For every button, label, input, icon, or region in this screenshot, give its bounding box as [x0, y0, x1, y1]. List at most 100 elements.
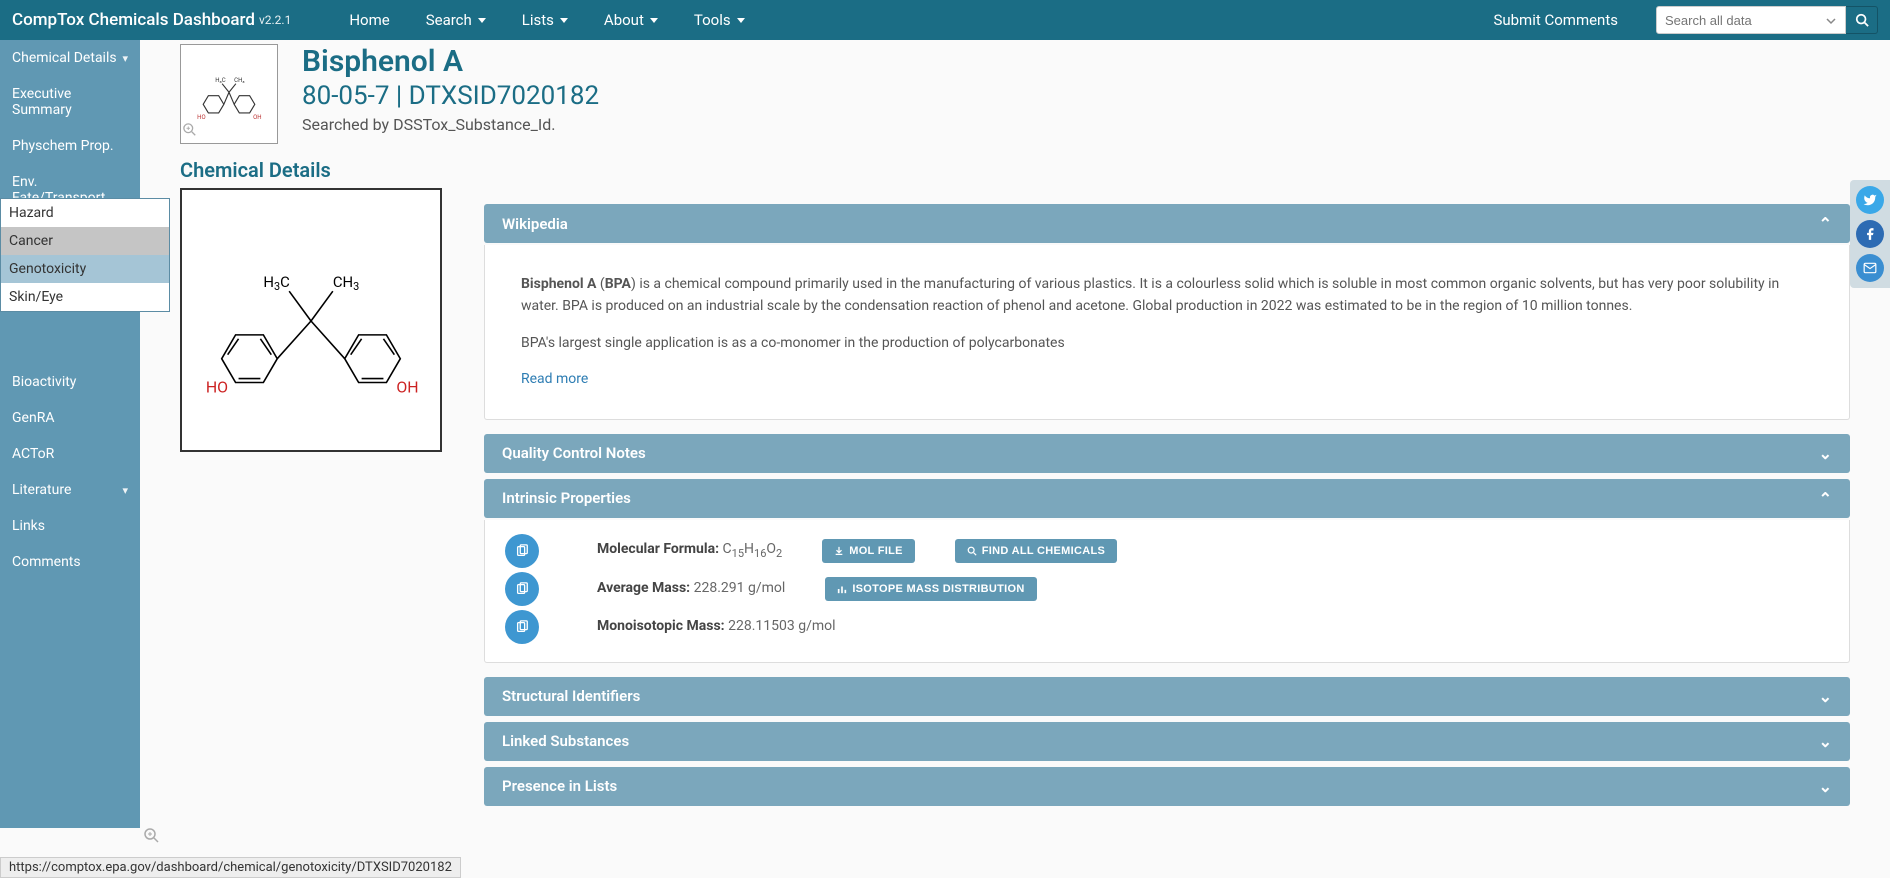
chevron-up-icon: ⌃ — [1819, 489, 1832, 508]
mol-file-button[interactable]: MOL FILE — [822, 539, 915, 563]
chevron-down-icon: ⌄ — [1819, 732, 1832, 751]
chemical-name: Bisphenol A — [302, 44, 599, 79]
nav-label: Home — [349, 11, 389, 29]
title-block: Bisphenol A 80-05-7 | DTXSID7020182 Sear… — [302, 44, 599, 134]
panel-title: Linked Substances — [502, 732, 629, 750]
email-icon[interactable] — [1856, 254, 1884, 282]
nav-home[interactable]: Home — [331, 1, 407, 39]
nav-about[interactable]: About — [586, 1, 676, 39]
chevron-down-icon: ▾ — [122, 52, 128, 65]
svg-text:CH₃: CH₃ — [234, 77, 244, 84]
sidebar-executive-summary[interactable]: Executive Summary — [0, 76, 140, 128]
section-title: Chemical Details — [180, 158, 1850, 182]
top-navbar: CompTox Chemicals Dashboard v2.2.1 Home … — [0, 0, 1890, 40]
submenu-cancer[interactable]: Cancer — [1, 227, 169, 255]
chevron-up-icon: ⌃ — [1819, 214, 1832, 233]
read-more-link[interactable]: Read more — [521, 371, 588, 387]
sidebar-physchem[interactable]: Physchem Prop. — [0, 128, 140, 164]
prop-row-mono: Monoisotopic Mass: 228.11503 g/mol — [485, 610, 1849, 644]
brand-title[interactable]: CompTox Chemicals Dashboard — [12, 10, 255, 30]
isotope-dist-button[interactable]: ISOTOPE MASS DISTRIBUTION — [825, 577, 1036, 601]
copy-button[interactable] — [505, 534, 539, 568]
brand-version: v2.2.1 — [259, 13, 291, 27]
nav-search[interactable]: Search — [408, 1, 504, 39]
sidebar-chemical-details[interactable]: Chemical Details ▾ — [0, 40, 140, 76]
nav-label: Search — [426, 11, 472, 29]
submit-comments-link[interactable]: Submit Comments — [1475, 1, 1636, 39]
nav-menu: Home Search Lists About Tools — [331, 1, 1475, 39]
molecular-formula-value: C15H16O2 — [723, 541, 783, 557]
sidebar-genra[interactable]: GenRA — [0, 400, 140, 436]
mono-mass-value: 228.11503 g/mol — [728, 618, 835, 634]
chemical-ids: 80-05-7 | DTXSID7020182 — [302, 81, 599, 111]
searched-by: Searched by DSSTox_Substance_Id. — [302, 115, 599, 134]
btn-label: ISOTOPE MASS DISTRIBUTION — [852, 583, 1024, 595]
social-sidebar — [1850, 180, 1890, 288]
wiki-para2: BPA's largest single application is as a… — [521, 332, 1813, 354]
prop-label: Average Mass: — [597, 580, 690, 596]
svg-text:HO: HO — [206, 377, 228, 396]
sidebar-label: Links — [12, 518, 45, 534]
chevron-down-icon: ▾ — [122, 484, 128, 497]
sidebar-label: Physchem Prop. — [12, 138, 114, 154]
avg-mass-value: 228.291 g/mol — [694, 580, 786, 596]
panel-title: Intrinsic Properties — [502, 489, 631, 507]
sidebar-bioactivity[interactable]: Bioactivity — [0, 364, 140, 400]
wiki-chem-name: Bisphenol A — [521, 276, 596, 292]
main-content: HO OH H₃C CH₃ Bisphenol A 80-05-7 | DTXS… — [140, 40, 1890, 828]
sidebar-label: Chemical Details — [12, 50, 117, 66]
panel-intrinsic-header[interactable]: Intrinsic Properties ⌃ — [484, 479, 1850, 518]
structure-thumbnail[interactable]: HO OH H₃C CH₃ — [180, 44, 278, 144]
panel-title: Wikipedia — [502, 215, 568, 233]
submenu-skin-eye[interactable]: Skin/Eye — [1, 283, 169, 311]
hazard-submenu: Hazard Cancer Genotoxicity Skin/Eye — [0, 198, 170, 312]
nav-lists[interactable]: Lists — [504, 1, 586, 39]
sidebar-comments[interactable]: Comments — [0, 544, 140, 580]
submenu-genotoxicity[interactable]: Genotoxicity — [1, 255, 169, 283]
prop-row-avg: Average Mass: 228.291 g/mol ISOTOPE MASS… — [485, 572, 1849, 606]
zoom-icon[interactable] — [183, 123, 197, 141]
find-chemicals-button[interactable]: FIND ALL CHEMICALS — [955, 539, 1117, 563]
search-dropdown-caret[interactable] — [1826, 14, 1836, 30]
prop-label: Monoisotopic Mass: — [597, 618, 725, 634]
svg-text:CH3: CH3 — [333, 273, 359, 293]
btn-label: MOL FILE — [849, 545, 903, 557]
sidebar-label: ACToR — [12, 446, 54, 462]
search-button[interactable] — [1846, 6, 1878, 34]
copy-button[interactable] — [505, 572, 539, 606]
sidebar-label: Comments — [12, 554, 81, 570]
search-input[interactable] — [1656, 6, 1846, 34]
svg-text:H₃C: H₃C — [215, 77, 225, 84]
structure-large[interactable]: HO OH H3C CH3 — [180, 188, 442, 452]
search-wrap — [1656, 6, 1878, 34]
sidebar-label: Literature — [12, 482, 71, 498]
copy-button[interactable] — [505, 610, 539, 644]
panel-wikipedia-header[interactable]: Wikipedia ⌃ — [484, 204, 1850, 243]
sidebar-actor[interactable]: ACToR — [0, 436, 140, 472]
btn-label: FIND ALL CHEMICALS — [982, 545, 1105, 557]
panel-structural-header[interactable]: Structural Identifiers ⌄ — [484, 677, 1850, 716]
submenu-hazard[interactable]: Hazard — [1, 199, 169, 227]
svg-text:H3C: H3C — [263, 273, 289, 293]
zoom-icon[interactable] — [140, 824, 164, 852]
sidebar-links[interactable]: Links — [0, 508, 140, 544]
panel-presence-header[interactable]: Presence in Lists ⌄ — [484, 767, 1850, 806]
svg-text:OH: OH — [396, 377, 418, 396]
chevron-down-icon: ⌄ — [1819, 777, 1832, 796]
sidebar: Chemical Details ▾ Executive Summary Phys… — [0, 40, 140, 828]
nav-label: About — [604, 11, 644, 29]
chevron-down-icon: ⌄ — [1819, 444, 1832, 463]
panel-qc-header[interactable]: Quality Control Notes ⌄ — [484, 434, 1850, 473]
sidebar-literature[interactable]: Literature ▾ — [0, 472, 140, 508]
panel-title: Structural Identifiers — [502, 687, 640, 705]
prop-label: Molecular Formula: — [597, 541, 719, 557]
nav-tools[interactable]: Tools — [676, 1, 763, 39]
facebook-icon[interactable] — [1856, 220, 1884, 248]
panel-intrinsic-body: Molecular Formula: C15H16O2 MOL FILE FIN… — [484, 520, 1850, 663]
wiki-chem-abbrev: BPA — [605, 276, 631, 292]
panel-wikipedia-body: Bisphenol A (BPA) is a chemical compound… — [484, 245, 1850, 420]
sidebar-label: GenRA — [12, 410, 54, 426]
twitter-icon[interactable] — [1856, 186, 1884, 214]
nav-label: Tools — [694, 11, 731, 29]
panel-linked-header[interactable]: Linked Substances ⌄ — [484, 722, 1850, 761]
